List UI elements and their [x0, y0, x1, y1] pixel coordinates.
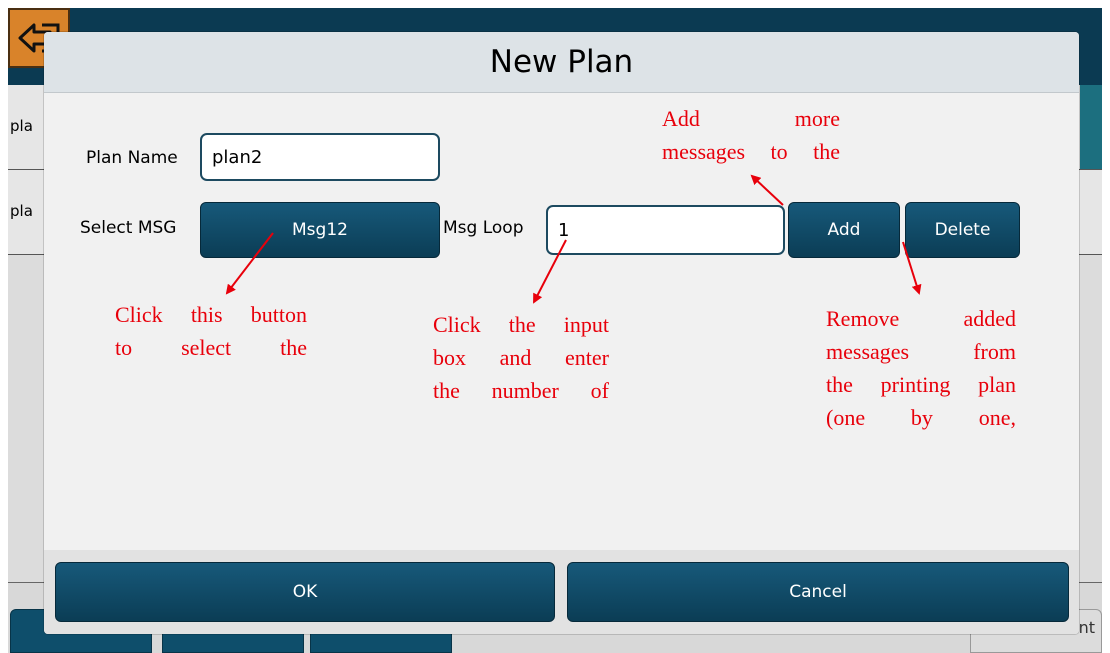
msg-loop-label: Msg Loop: [443, 218, 524, 238]
annotation-line: messages to the: [662, 139, 840, 164]
dialog-header: New Plan: [44, 32, 1079, 93]
delete-button-label: Delete: [934, 220, 991, 240]
select-msg-label: Select MSG: [80, 218, 177, 238]
delete-annotation: Remove added messages from the printing …: [826, 302, 1016, 434]
plan-row-label: pla: [10, 117, 33, 135]
loop-annotation: Click the input box and enter the number…: [433, 308, 609, 407]
annotation-line: to select the: [115, 335, 307, 360]
annotation-line: Add more: [662, 106, 840, 131]
annotation-line: Remove added: [826, 306, 1016, 331]
dialog-title: New Plan: [489, 44, 634, 80]
plan-name-label: Plan Name: [86, 148, 178, 168]
annotation-line: box and enter: [433, 345, 609, 370]
cancel-button-label: Cancel: [789, 582, 847, 602]
select-annotation: Click this button to select the: [115, 298, 307, 364]
dialog-footer: OK Cancel: [44, 550, 1079, 634]
ok-button-label: OK: [292, 582, 318, 602]
bottom-right-label: nt: [1078, 618, 1095, 637]
add-button-label: Add: [827, 220, 861, 240]
delete-button[interactable]: Delete: [905, 202, 1020, 258]
add-button[interactable]: Add: [788, 202, 900, 258]
select-message-button[interactable]: Msg12: [200, 202, 440, 258]
plan-name-value: plan2: [212, 146, 263, 168]
cancel-button[interactable]: Cancel: [567, 562, 1069, 622]
ok-button[interactable]: OK: [55, 562, 555, 622]
plan-row-label: pla: [10, 202, 33, 220]
annotation-line: (one by one,: [826, 405, 1016, 430]
annotation-line: messages from: [826, 339, 1016, 364]
msg-loop-input[interactable]: 1: [546, 205, 785, 255]
select-message-value: Msg12: [292, 220, 348, 240]
msg-loop-value: 1: [558, 219, 570, 241]
annotation-line: the printing plan: [826, 372, 1016, 397]
annotation-line: Click the input: [433, 312, 609, 337]
add-annotation: Add more messages to the: [662, 102, 840, 168]
plan-name-input[interactable]: plan2: [200, 133, 440, 181]
annotation-line: Click this button: [115, 302, 307, 327]
annotation-line: the number of: [433, 378, 609, 403]
